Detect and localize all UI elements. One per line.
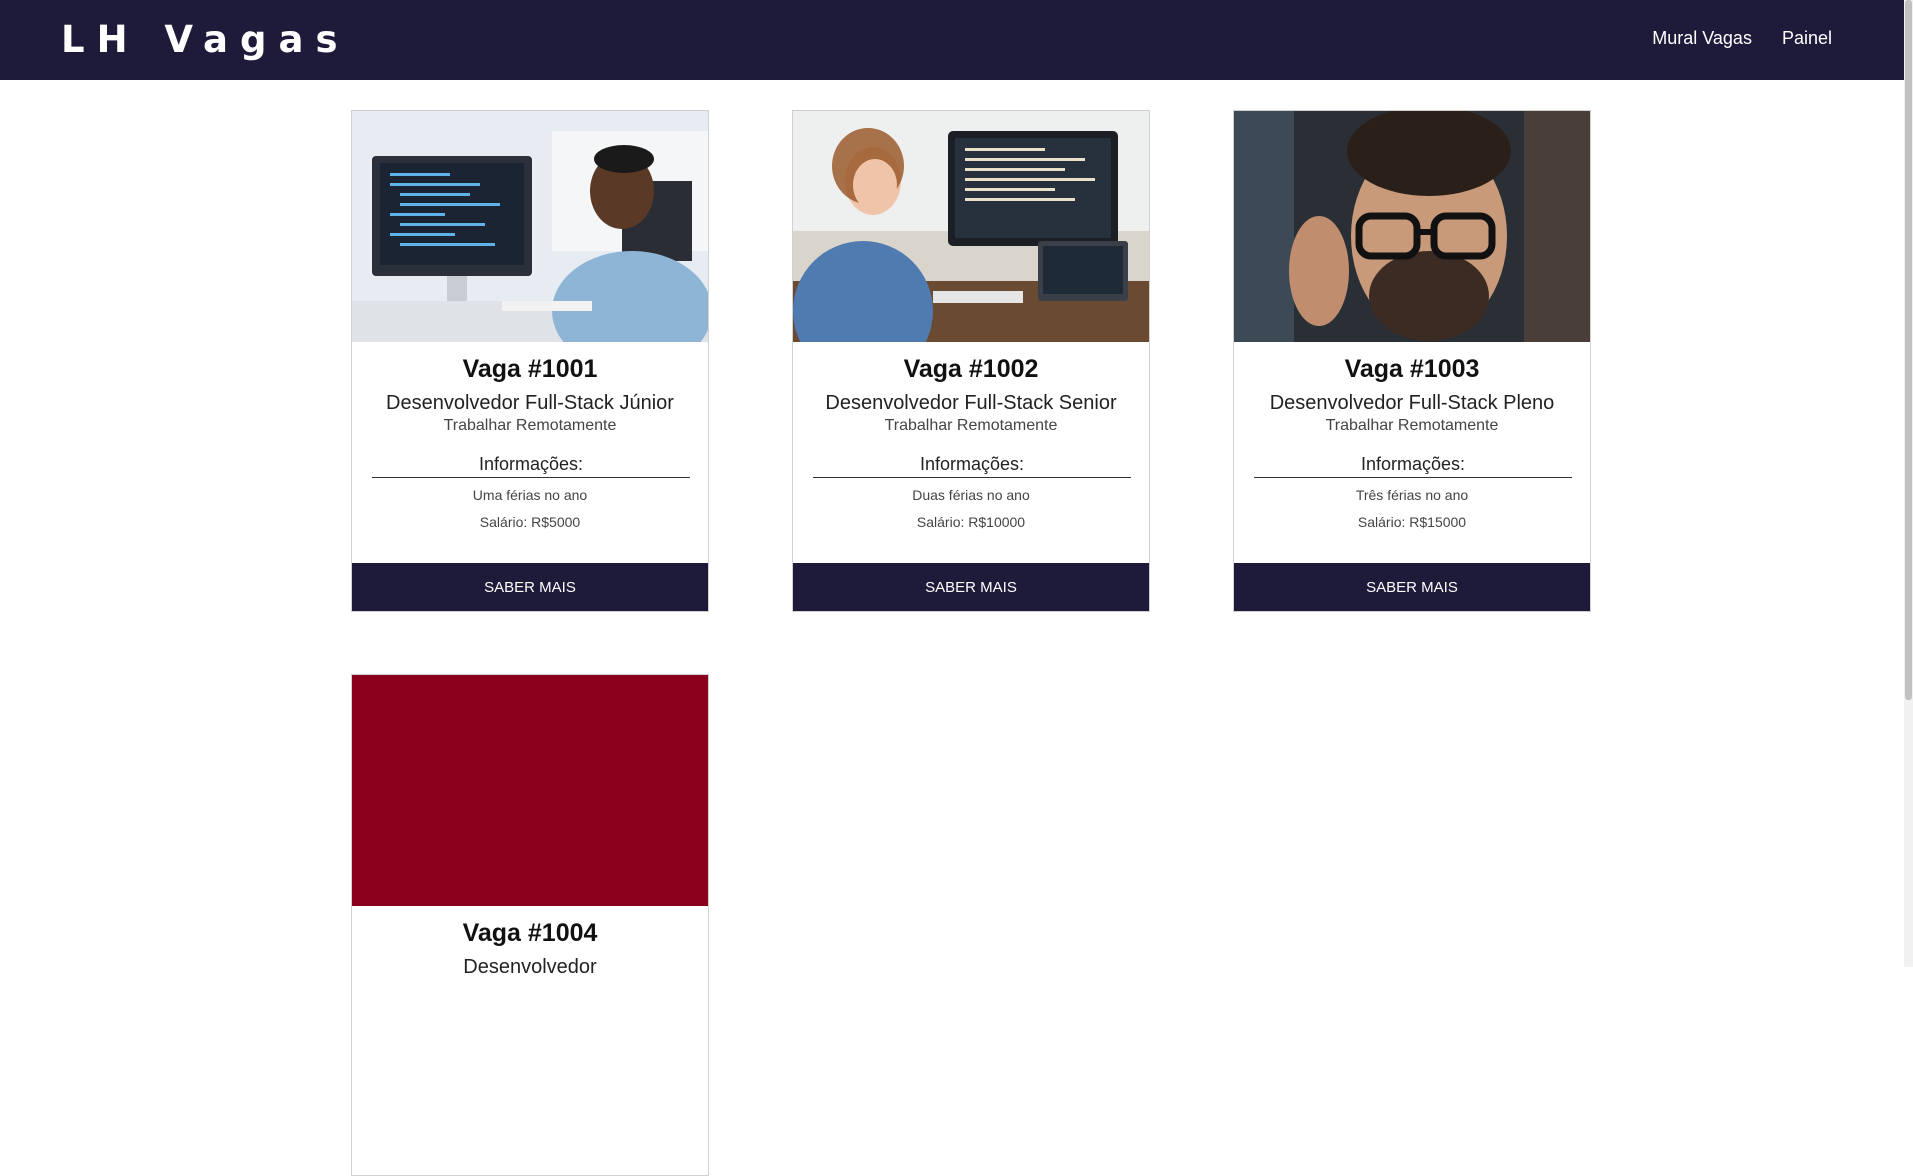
nav-link-mural-vagas[interactable]: Mural Vagas bbox=[1652, 28, 1752, 49]
job-salary: Salário: R$5000 bbox=[479, 514, 581, 530]
job-card-1003: Vaga #1003 Desenvolvedor Full-Stack Plen… bbox=[1233, 110, 1591, 612]
job-title: Vaga #1001 bbox=[462, 355, 598, 383]
top-navbar: LH Vagas Mural Vagas Painel bbox=[0, 0, 1904, 80]
job-work-mode: Trabalhar Remotamente bbox=[1325, 417, 1499, 434]
brand-logo[interactable]: LH Vagas bbox=[61, 18, 349, 61]
job-card-1002: Vaga #1002 Desenvolvedor Full-Stack Seni… bbox=[792, 110, 1150, 612]
saber-mais-button[interactable]: SABER MAIS bbox=[352, 563, 708, 611]
job-vacation: Duas férias no ano bbox=[912, 487, 1030, 503]
page-scrollbar[interactable] bbox=[1904, 0, 1913, 967]
nav-link-painel[interactable]: Painel bbox=[1782, 28, 1832, 49]
job-image-developer-woman bbox=[793, 111, 1149, 342]
info-heading: Informações: bbox=[1254, 454, 1572, 478]
job-image-man-glasses bbox=[1234, 111, 1590, 342]
job-work-mode: Trabalhar Remotamente bbox=[443, 417, 617, 434]
saber-mais-button[interactable]: SABER MAIS bbox=[793, 563, 1149, 611]
job-vacation: Uma férias no ano bbox=[472, 487, 588, 503]
job-role: Desenvolvedor bbox=[463, 956, 597, 978]
job-title: Vaga #1002 bbox=[903, 355, 1039, 383]
job-image-placeholder bbox=[352, 675, 708, 906]
saber-mais-button[interactable]: SABER MAIS bbox=[1234, 563, 1590, 611]
job-card-1001: Vaga #1001 Desenvolvedor Full-Stack Júni… bbox=[351, 110, 709, 612]
scrollbar-thumb[interactable] bbox=[1905, 0, 1912, 700]
job-work-mode: Trabalhar Remotamente bbox=[884, 417, 1058, 434]
job-image-developer-desk bbox=[352, 111, 708, 342]
job-vacation: Três férias no ano bbox=[1355, 487, 1469, 503]
job-role: Desenvolvedor Full-Stack Senior bbox=[825, 392, 1117, 414]
job-role: Desenvolvedor Full-Stack Júnior bbox=[386, 392, 674, 414]
job-role: Desenvolvedor Full-Stack Pleno bbox=[1269, 392, 1555, 414]
info-heading: Informações: bbox=[813, 454, 1131, 478]
info-heading: Informações: bbox=[372, 454, 690, 478]
job-title: Vaga #1003 bbox=[1344, 355, 1480, 383]
job-card-1004: Vaga #1004 Desenvolvedor bbox=[351, 674, 709, 1176]
job-title: Vaga #1004 bbox=[462, 919, 598, 947]
job-salary: Salário: R$15000 bbox=[1357, 514, 1467, 530]
nav-links: Mural Vagas Painel bbox=[1652, 28, 1832, 49]
job-salary: Salário: R$10000 bbox=[916, 514, 1026, 530]
